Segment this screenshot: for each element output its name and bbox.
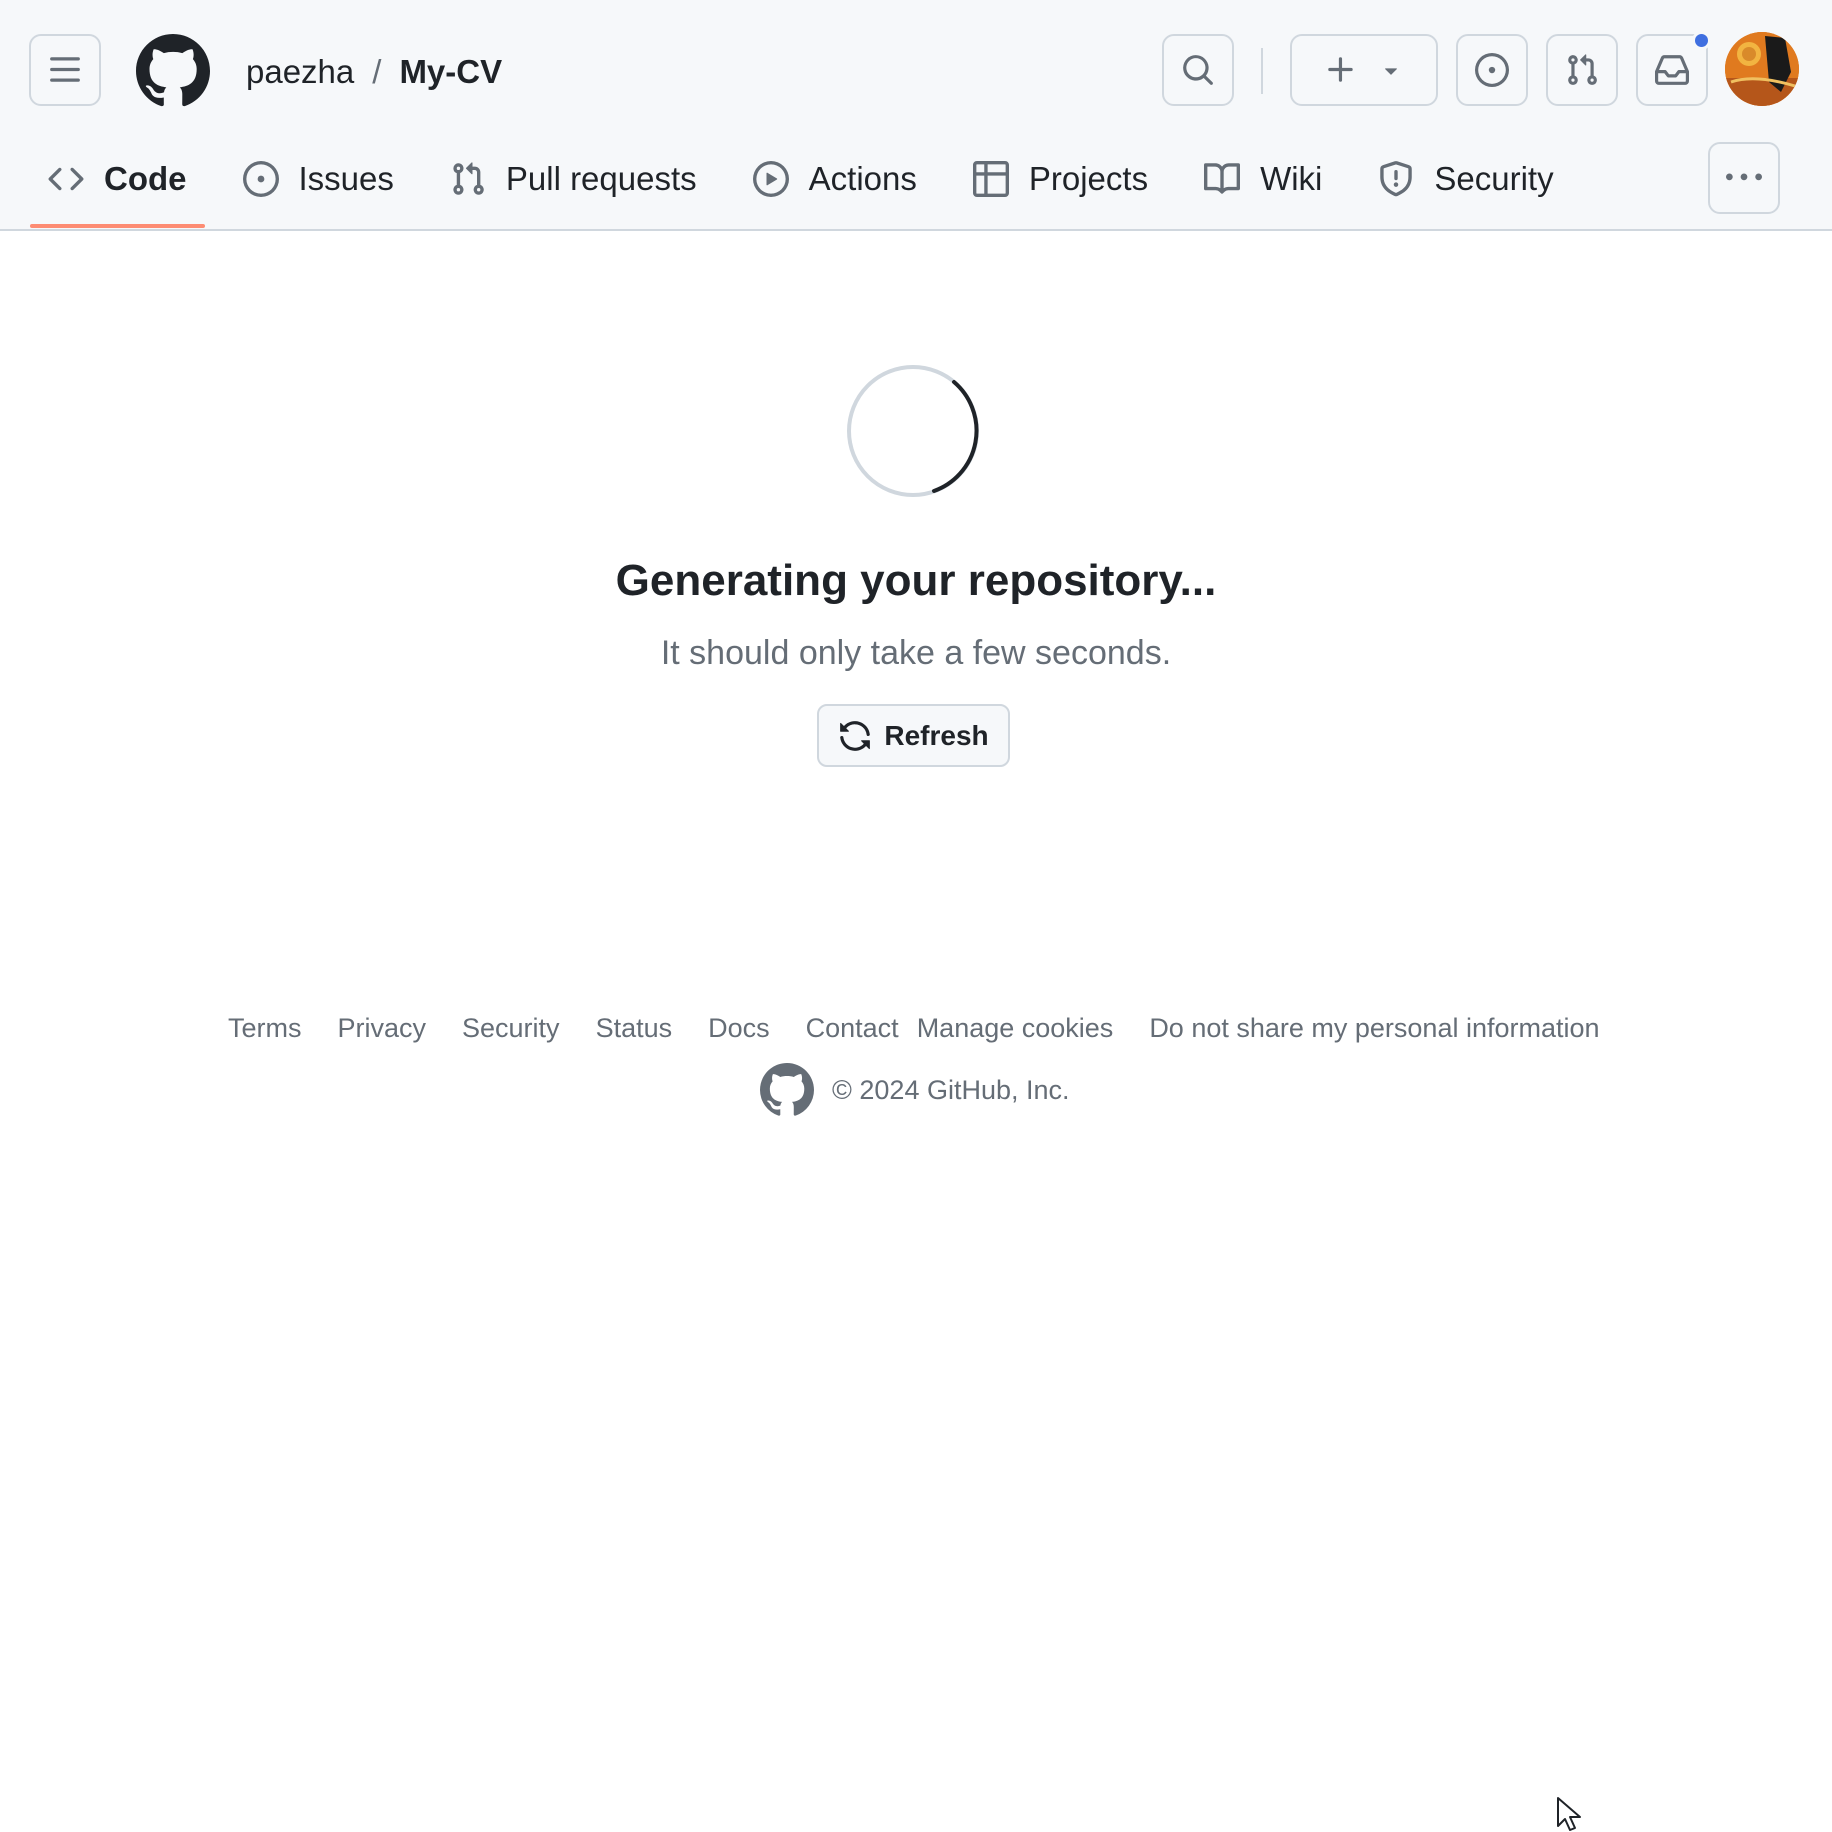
- more-tabs-button[interactable]: [1708, 142, 1780, 214]
- breadcrumb-repo-link[interactable]: My-CV: [399, 53, 502, 91]
- your-issues-button[interactable]: [1456, 34, 1528, 106]
- refresh-button[interactable]: Refresh: [817, 704, 1010, 767]
- your-pull-requests-button[interactable]: [1546, 34, 1618, 106]
- book-icon: [1204, 163, 1241, 194]
- search-icon: [1183, 55, 1213, 85]
- copyright-text: © 2024 GitHub, Inc.: [832, 1074, 1070, 1105]
- github-logo-icon[interactable]: [136, 34, 210, 108]
- breadcrumb-separator: /: [372, 53, 382, 90]
- header-divider: [1261, 48, 1263, 94]
- tab-actions[interactable]: Actions: [735, 144, 935, 214]
- sync-icon: [840, 720, 871, 751]
- shield-icon: [1380, 161, 1413, 197]
- footer-link-status[interactable]: Status: [596, 1013, 673, 1044]
- tab-wiki-label: Wiki: [1260, 160, 1323, 197]
- hamburger-icon: [50, 57, 80, 82]
- tab-code-label: Code: [104, 160, 187, 197]
- user-avatar[interactable]: [1725, 32, 1799, 106]
- footer-link-docs[interactable]: Docs: [708, 1013, 770, 1044]
- refresh-button-label: Refresh: [884, 719, 989, 751]
- repo-tab-nav: Code Issues Pull requests Actions Projec…: [30, 144, 1592, 230]
- footer-links: Terms Privacy Security Status Docs Conta…: [228, 1008, 1636, 1048]
- tab-pull-requests-label: Pull requests: [505, 160, 697, 197]
- plus-icon: [1328, 57, 1353, 82]
- generating-subtitle: It should only take a few seconds.: [660, 634, 1172, 672]
- tab-security[interactable]: Security: [1360, 144, 1571, 214]
- loading-spinner-icon: [847, 365, 979, 497]
- inbox-icon: [1655, 55, 1689, 85]
- tab-actions-label: Actions: [808, 160, 917, 197]
- issue-opened-icon: [242, 161, 279, 197]
- footer-link-manage-cookies[interactable]: Manage cookies: [917, 1013, 1114, 1044]
- footer-link-do-not-share[interactable]: Do not share my personal information: [1149, 1013, 1599, 1044]
- kebab-horizontal-icon: [1726, 173, 1762, 181]
- tab-issues-label: Issues: [298, 160, 394, 197]
- unread-notification-indicator: [1692, 31, 1711, 50]
- generating-title: Generating your repository...: [615, 556, 1217, 605]
- footer-link-privacy[interactable]: Privacy: [338, 1013, 427, 1044]
- avatar-image: [1725, 32, 1799, 106]
- tab-issues[interactable]: Issues: [225, 144, 412, 214]
- search-button[interactable]: [1162, 34, 1234, 106]
- menu-button[interactable]: [29, 34, 101, 106]
- tab-code[interactable]: Code: [30, 144, 205, 228]
- create-new-button[interactable]: [1290, 34, 1438, 106]
- triangle-down-icon: [1385, 68, 1397, 75]
- tab-security-label: Security: [1434, 160, 1554, 197]
- footer-copyright: © 2024 GitHub, Inc.: [760, 1062, 1070, 1118]
- breadcrumb-owner-link[interactable]: paezha: [246, 53, 354, 91]
- mouse-cursor-icon: [1557, 1797, 1581, 1831]
- app-header: paezha / My-CV Code Issues Pull requests…: [0, 0, 1832, 231]
- table-icon: [972, 161, 1009, 197]
- tab-projects-label: Projects: [1028, 160, 1149, 197]
- git-pull-request-icon: [453, 162, 484, 195]
- tab-pull-requests[interactable]: Pull requests: [432, 144, 715, 214]
- tab-wiki[interactable]: Wiki: [1186, 144, 1340, 214]
- footer-link-terms[interactable]: Terms: [228, 1013, 302, 1044]
- code-icon: [48, 167, 84, 191]
- footer-link-contact[interactable]: Contact: [806, 1013, 899, 1044]
- breadcrumb: paezha / My-CV: [246, 48, 502, 96]
- play-icon: [752, 161, 789, 197]
- issue-opened-icon: [1475, 53, 1509, 87]
- github-mark-icon[interactable]: [760, 1063, 814, 1117]
- footer-link-security[interactable]: Security: [462, 1013, 560, 1044]
- tab-projects[interactable]: Projects: [955, 144, 1166, 214]
- git-pull-request-icon: [1568, 54, 1597, 85]
